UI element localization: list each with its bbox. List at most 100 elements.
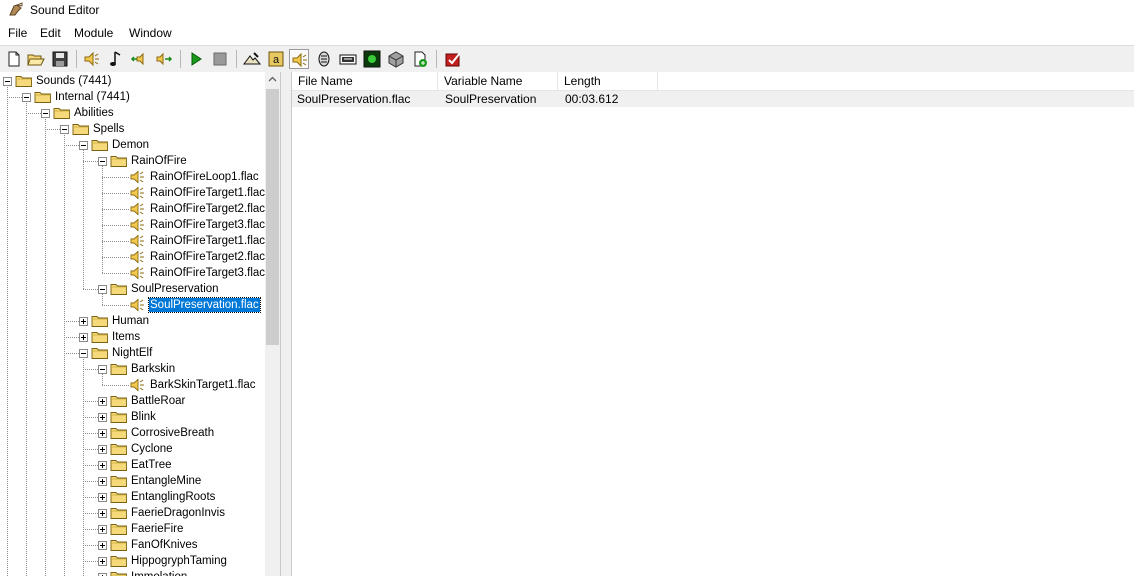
folder-icon	[91, 332, 108, 343]
object-editor-button[interactable]	[314, 49, 334, 69]
tree-folder-item[interactable]: Internal (7441)	[0, 89, 265, 105]
tree-folder-item[interactable]: Human	[0, 313, 265, 329]
expand-icon[interactable]	[79, 317, 88, 326]
sound-tree[interactable]: Sounds (7441) Internal (7441) Abilities Spe…	[0, 72, 281, 576]
expand-icon[interactable]	[98, 509, 107, 518]
expand-icon[interactable]	[98, 557, 107, 566]
collapse-icon[interactable]	[79, 141, 88, 150]
expand-icon[interactable]	[98, 445, 107, 454]
folder-icon	[110, 282, 128, 296]
collapse-icon[interactable]	[98, 157, 107, 166]
collapse-icon[interactable]	[98, 285, 107, 294]
tree-sound-item[interactable]: RainOfFireTarget1.flac	[0, 233, 265, 249]
menu-window[interactable]: Window	[129, 26, 172, 40]
tree-item-label: SoulPreservation.flac	[148, 297, 261, 313]
tree-item-label: Barkskin	[131, 363, 176, 375]
column-file-name[interactable]: File Name	[292, 72, 438, 90]
column-variable-name[interactable]: Variable Name	[438, 72, 558, 90]
test-map-button[interactable]	[443, 49, 463, 69]
ai-editor-button[interactable]	[362, 49, 382, 69]
tree-folder-item[interactable]: EatTree	[0, 457, 265, 473]
tree-folder-item[interactable]: Demon	[0, 137, 265, 153]
tree-sound-item[interactable]: RainOfFireTarget2.flac	[0, 201, 265, 217]
object-manager-button[interactable]	[386, 49, 406, 69]
menu-module[interactable]: Module	[74, 26, 113, 40]
collapse-icon[interactable]	[22, 93, 31, 102]
folder-icon	[110, 570, 128, 576]
tree-folder-item[interactable]: HippogryphTaming	[0, 553, 265, 569]
tree-folder-item[interactable]: FaerieDragonInvis	[0, 505, 265, 521]
tree-sound-item[interactable]: RainOfFireTarget2.flac	[0, 249, 265, 265]
scroll-up-button[interactable]	[265, 72, 280, 87]
tree-folder-item[interactable]: EntanglingRoots	[0, 489, 265, 505]
tree-sound-item[interactable]: BarkSkinTarget1.flac	[0, 377, 265, 393]
tree-folder-item[interactable]: Sounds (7441)	[0, 73, 265, 89]
speaker-icon	[130, 218, 144, 232]
expand-icon[interactable]	[98, 429, 107, 438]
music-button[interactable]	[106, 49, 126, 69]
column-length[interactable]: Length	[558, 72, 658, 90]
expand-icon[interactable]	[98, 525, 107, 534]
expand-icon[interactable]	[98, 397, 107, 406]
tree-folder-item[interactable]: FaerieFire	[0, 521, 265, 537]
tree-sound-item[interactable]: SoulPreservation.flac	[0, 297, 265, 313]
tree-sound-item[interactable]: RainOfFireTarget3.flac	[0, 265, 265, 281]
menu-file[interactable]: File	[8, 26, 27, 40]
tree-folder-item[interactable]: FanOfKnives	[0, 537, 265, 553]
tree-folder-item[interactable]: RainOfFire	[0, 153, 265, 169]
stop-button[interactable]	[210, 49, 230, 69]
terrain-editor-button[interactable]	[242, 49, 262, 69]
tree-folder-item[interactable]: Cyclone	[0, 441, 265, 457]
tree-folder-item[interactable]: Spells	[0, 121, 265, 137]
tree-folder-item[interactable]: NightElf	[0, 345, 265, 361]
title-bar: Sound Editor	[0, 0, 1134, 22]
list-row[interactable]: SoulPreservation.flac SoulPreservation 0…	[292, 91, 1134, 107]
tree-folder-item[interactable]: Immolation	[0, 569, 265, 576]
campaign-editor-button[interactable]	[338, 49, 358, 69]
expand-icon[interactable]	[98, 541, 107, 550]
new-button[interactable]	[4, 49, 24, 69]
collapse-icon[interactable]	[60, 125, 69, 134]
import-manager-button[interactable]	[410, 49, 430, 69]
tree-sound-item[interactable]: RainOfFireTarget3.flac	[0, 217, 265, 233]
expand-icon[interactable]	[98, 477, 107, 486]
save-button[interactable]	[50, 49, 70, 69]
open-button[interactable]	[26, 49, 46, 69]
tree-folder-item[interactable]: BattleRoar	[0, 393, 265, 409]
cell-length: 00:03.612	[565, 92, 619, 106]
tree-folder-item[interactable]: Items	[0, 329, 265, 345]
tree-item-label: Demon	[112, 139, 150, 151]
tree-folder-item[interactable]: Barkskin	[0, 361, 265, 377]
expand-icon[interactable]	[98, 461, 107, 470]
folder-icon	[91, 348, 108, 359]
sound-editor-button[interactable]	[289, 49, 309, 69]
collapse-icon[interactable]	[98, 365, 107, 374]
import-sound-button[interactable]	[130, 49, 150, 69]
sound-list[interactable]: File Name Variable Name Length SoulPrese…	[292, 72, 1134, 576]
expand-icon[interactable]	[79, 333, 88, 342]
collapse-icon[interactable]	[3, 77, 12, 86]
folder-icon	[110, 572, 127, 576]
tree-folder-item[interactable]: Abilities	[0, 105, 265, 121]
play-button[interactable]	[186, 49, 206, 69]
tree-sound-item[interactable]: RainOfFireLoop1.flac	[0, 169, 265, 185]
export-sound-button[interactable]	[154, 49, 174, 69]
menu-edit[interactable]: Edit	[40, 26, 61, 40]
expand-icon[interactable]	[98, 493, 107, 502]
pane-splitter[interactable]	[281, 72, 292, 576]
tree-folder-item[interactable]: CorrosiveBreath	[0, 425, 265, 441]
trigger-editor-button[interactable]: a	[266, 49, 286, 69]
collapse-icon[interactable]	[79, 349, 88, 358]
tree-folder-item[interactable]: SoulPreservation	[0, 281, 265, 297]
expand-icon[interactable]	[98, 413, 107, 422]
tree-sound-item[interactable]: RainOfFireTarget1.flac	[0, 185, 265, 201]
collapse-icon[interactable]	[41, 109, 50, 118]
tree-folder-item[interactable]: Blink	[0, 409, 265, 425]
tree-folder-item[interactable]: EntangleMine	[0, 473, 265, 489]
tree-item-label: FaerieFire	[131, 523, 184, 535]
speaker-button[interactable]	[82, 49, 102, 69]
tree-item-label: EntanglingRoots	[131, 491, 216, 503]
folder-icon	[91, 140, 108, 151]
scroll-thumb[interactable]	[266, 89, 279, 345]
tree-scrollbar[interactable]	[265, 72, 280, 576]
